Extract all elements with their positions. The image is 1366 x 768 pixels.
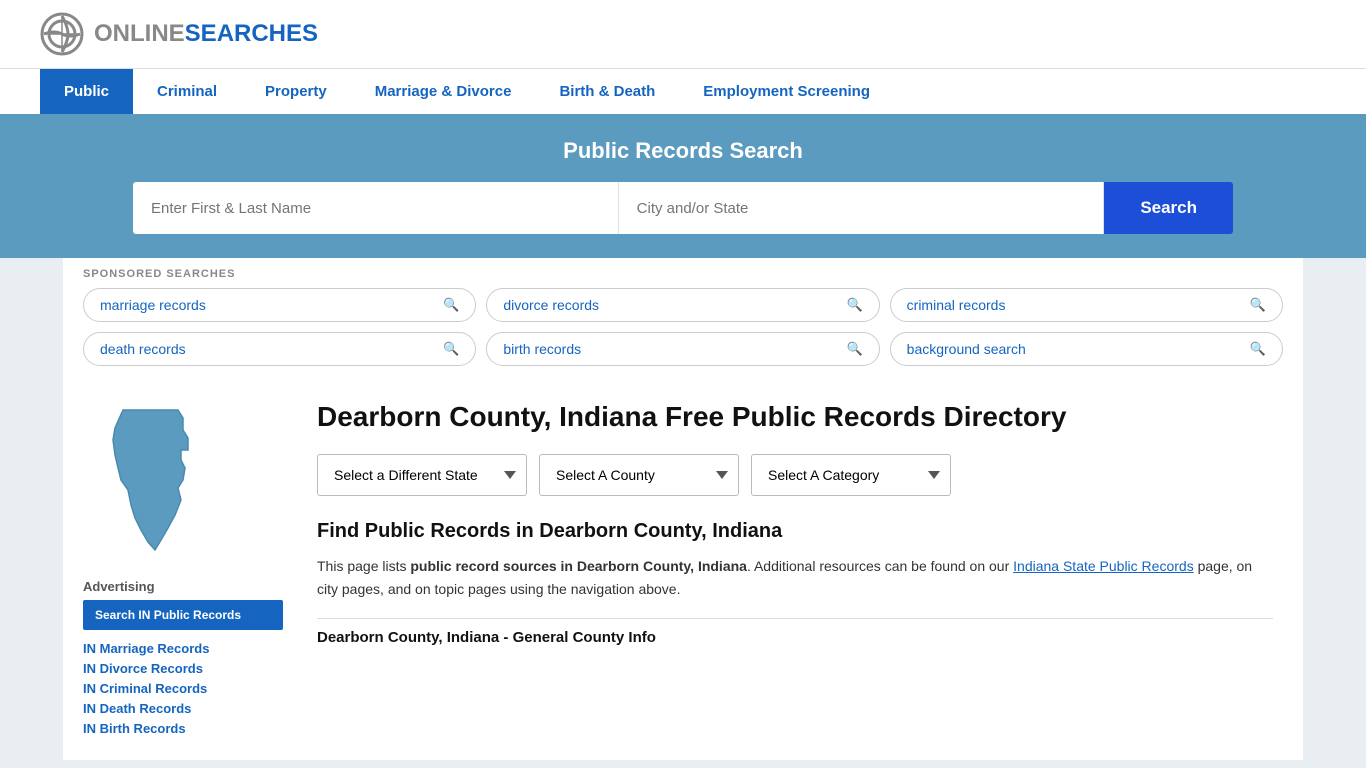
list-item: IN Birth Records (83, 720, 283, 736)
nav-item-criminal[interactable]: Criminal (133, 69, 241, 114)
sponsored-tag-label: divorce records (503, 297, 599, 313)
list-item: IN Marriage Records (83, 640, 283, 656)
sponsored-label: SPONSORED SEARCHES (83, 268, 1283, 280)
sponsored-tag-label: criminal records (907, 297, 1006, 313)
page-title: Dearborn County, Indiana Free Public Rec… (317, 400, 1273, 434)
desc-text-1: This page lists (317, 558, 410, 574)
logo: ONLINESEARCHES (40, 12, 318, 56)
search-button[interactable]: Search (1104, 182, 1233, 234)
main-nav: Public Criminal Property Marriage & Divo… (0, 68, 1366, 114)
sponsored-tag-label: background search (907, 341, 1026, 357)
sidebar-link-criminal[interactable]: IN Criminal Records (83, 681, 207, 696)
search-row: Search (133, 182, 1233, 234)
sponsored-tag-birth[interactable]: birth records 🔍 (486, 332, 879, 366)
list-item: IN Criminal Records (83, 680, 283, 696)
search-icon: 🔍 (846, 341, 862, 357)
sponsored-tag-criminal[interactable]: criminal records 🔍 (890, 288, 1283, 322)
nav-item-birth-death[interactable]: Birth & Death (535, 69, 679, 114)
search-banner-title: Public Records Search (40, 138, 1326, 164)
desc-text-2: . Additional resources can be found on o… (747, 558, 1013, 574)
list-item: IN Death Records (83, 700, 283, 716)
sidebar-link-marriage[interactable]: IN Marriage Records (83, 641, 209, 656)
main-wrapper: Advertising Search IN Public Records IN … (63, 380, 1303, 760)
sidebar: Advertising Search IN Public Records IN … (83, 400, 283, 740)
list-item: IN Divorce Records (83, 660, 283, 676)
sponsored-tag-background[interactable]: background search 🔍 (890, 332, 1283, 366)
category-dropdown[interactable]: Select A Category (751, 454, 951, 496)
name-input[interactable] (133, 182, 619, 234)
sponsored-grid: marriage records 🔍 divorce records 🔍 cri… (83, 288, 1283, 366)
nav-item-employment[interactable]: Employment Screening (679, 69, 894, 114)
main-content: Dearborn County, Indiana Free Public Rec… (307, 400, 1283, 740)
sidebar-link-birth[interactable]: IN Birth Records (83, 721, 186, 736)
sidebar-ad-button[interactable]: Search IN Public Records (83, 600, 283, 630)
logo-icon (40, 12, 84, 56)
sponsored-tag-label: birth records (503, 341, 581, 357)
desc-bold: public record sources in Dearborn County… (410, 558, 747, 574)
find-records-desc: This page lists public record sources in… (317, 555, 1273, 603)
header: ONLINESEARCHES (0, 0, 1366, 68)
search-icon: 🔍 (846, 297, 862, 313)
find-records-title: Find Public Records in Dearborn County, … (317, 520, 1273, 543)
section-divider (317, 618, 1273, 619)
sponsored-section: SPONSORED SEARCHES marriage records 🔍 di… (63, 258, 1303, 366)
search-icon: 🔍 (1250, 297, 1266, 313)
sidebar-link-death[interactable]: IN Death Records (83, 701, 191, 716)
sidebar-link-divorce[interactable]: IN Divorce Records (83, 661, 203, 676)
sponsored-tag-label: death records (100, 341, 186, 357)
logo-wordmark: ONLINESEARCHES (94, 20, 318, 48)
search-icon: 🔍 (443, 297, 459, 313)
search-icon: 🔍 (443, 341, 459, 357)
indiana-map-icon (83, 400, 223, 560)
sponsored-tag-marriage[interactable]: marriage records 🔍 (83, 288, 476, 322)
search-banner: Public Records Search Search (0, 114, 1366, 258)
state-dropdown[interactable]: Select a Different State (317, 454, 527, 496)
sidebar-ad-label: Advertising (83, 579, 283, 594)
sidebar-links: IN Marriage Records IN Divorce Records I… (83, 640, 283, 736)
indiana-state-link[interactable]: Indiana State Public Records (1013, 558, 1194, 574)
nav-item-public[interactable]: Public (40, 69, 133, 114)
county-dropdown[interactable]: Select A County (539, 454, 739, 496)
dropdowns-row: Select a Different State Select A County… (317, 454, 1273, 496)
location-input[interactable] (619, 182, 1105, 234)
nav-item-marriage-divorce[interactable]: Marriage & Divorce (351, 69, 536, 114)
sponsored-tag-death[interactable]: death records 🔍 (83, 332, 476, 366)
sponsored-tag-label: marriage records (100, 297, 206, 313)
county-info-title: Dearborn County, Indiana - General Count… (317, 629, 1273, 646)
sponsored-tag-divorce[interactable]: divorce records 🔍 (486, 288, 879, 322)
content-inner: Dearborn County, Indiana Free Public Rec… (307, 400, 1283, 646)
search-icon: 🔍 (1250, 341, 1266, 357)
nav-item-property[interactable]: Property (241, 69, 351, 114)
state-map (83, 400, 283, 563)
